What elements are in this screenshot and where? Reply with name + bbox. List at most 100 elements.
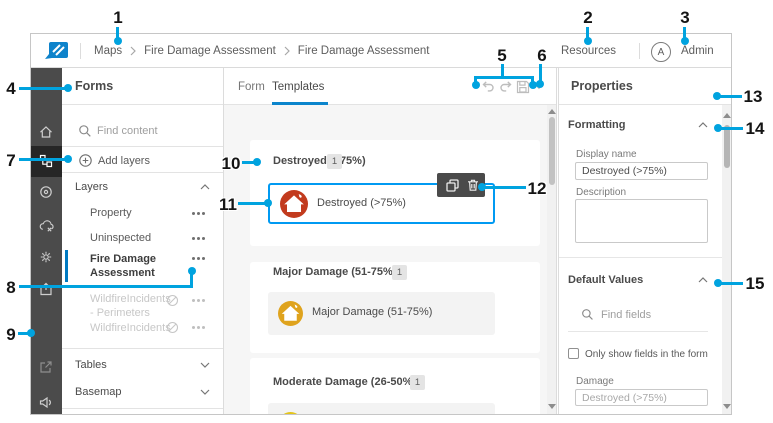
callout-13: 13 [743, 87, 763, 106]
scroll-up-icon[interactable] [723, 113, 731, 118]
callout-11-dot [264, 199, 272, 207]
template-group-heading: Moderate Damage (26-50%) [273, 376, 417, 388]
search-icon [78, 124, 92, 138]
callout-12: 12 [527, 179, 547, 198]
annotated-screenshot: Maps Fire Damage Assessment Fire Damage As… [0, 0, 773, 423]
undo-icon[interactable] [480, 79, 496, 95]
editor-tabs: Form Templates [224, 68, 557, 105]
breadcrumb-map-name[interactable]: Fire Damage Assessment [144, 34, 276, 69]
callout-5: 5 [497, 46, 507, 65]
description-label: Description [576, 187, 627, 198]
esri-logo-icon [44, 41, 70, 61]
app-window: Maps Fire Damage Assessment Fire Damage As… [30, 33, 732, 415]
breadcrumb-layer-name: Fire Damage Assessment [297, 45, 430, 57]
callout-11: 11 [219, 195, 237, 214]
forms-icon[interactable] [38, 153, 54, 169]
default-values-section-header[interactable]: Default Values [568, 274, 643, 286]
template-group-moderate: Moderate Damage (26-50%) 1 Moderate Dama… [250, 358, 540, 414]
redo-icon[interactable] [498, 79, 514, 95]
panel-divider [558, 68, 559, 414]
callout-9-dot [27, 329, 35, 337]
scrollbar[interactable] [722, 105, 731, 414]
layer-item-property[interactable]: Property [90, 206, 168, 220]
properties-panel: Properties Formatting Display name Descr… [558, 68, 731, 414]
layer-options-icon[interactable] [192, 326, 195, 329]
callout-14-line [720, 127, 743, 130]
scroll-down-icon[interactable] [723, 404, 731, 409]
callout-5-dot [472, 81, 480, 89]
callout-8: 8 [6, 278, 16, 297]
tab-form[interactable]: Form [238, 68, 265, 105]
description-textarea[interactable] [575, 199, 708, 243]
scroll-down-icon[interactable] [548, 404, 556, 409]
scrollbar-thumb[interactable] [724, 125, 730, 168]
template-group-heading: Destroyed (>75%) [273, 155, 366, 167]
template-card-moderate[interactable]: Moderate Damage (26-50%) [268, 403, 495, 414]
moderate-damage-symbol-icon [278, 412, 303, 414]
callout-15-dot [714, 279, 722, 287]
divider [62, 146, 223, 147]
feedback-megaphone-icon[interactable] [38, 394, 54, 410]
avatar[interactable]: A [651, 42, 671, 62]
scroll-up-icon[interactable] [548, 109, 556, 114]
sharing-icon[interactable] [38, 281, 54, 297]
add-layers-button[interactable]: Add layers [98, 155, 150, 167]
settings-gear-icon[interactable] [38, 249, 54, 265]
layer-options-icon[interactable] [192, 212, 195, 215]
display-name-input[interactable] [575, 162, 708, 180]
tab-templates[interactable]: Templates [272, 68, 324, 105]
callout-8-line [19, 285, 193, 288]
callout-4-line [19, 87, 67, 90]
not-editable-icon [166, 294, 179, 307]
callout-11-line [238, 202, 266, 205]
display-name-label: Display name [576, 149, 637, 160]
callout-4-dot [64, 84, 72, 92]
divider [62, 104, 223, 105]
not-editable-icon [166, 321, 179, 334]
layer-item-fire-damage-assessment[interactable]: Fire Damage Assessment [90, 252, 168, 280]
major-damage-symbol-icon [278, 301, 303, 326]
damage-field-input[interactable] [575, 389, 708, 406]
chevron-up-icon[interactable] [200, 184, 210, 190]
chevron-up-icon[interactable] [698, 277, 708, 283]
add-circle-icon [79, 154, 92, 167]
template-card-major[interactable]: Major Damage (51-75%) [268, 292, 495, 335]
callout-5-bracket [474, 76, 534, 79]
find-content-input[interactable]: Find content [97, 125, 158, 137]
callout-3-dot [681, 37, 689, 45]
basemap-section-header[interactable]: Basemap [75, 386, 121, 398]
header-divider [80, 43, 81, 59]
callout-7: 7 [6, 151, 16, 170]
callout-15: 15 [745, 274, 765, 293]
offline-cloud-icon[interactable] [38, 218, 54, 234]
destroyed-symbol-icon [280, 190, 308, 218]
layer-options-icon[interactable] [192, 257, 195, 260]
chevron-down-icon[interactable] [200, 389, 210, 395]
layer-options-icon[interactable] [192, 299, 195, 302]
callout-1-dot [114, 37, 122, 45]
callout-10: 10 [221, 154, 241, 173]
divider [62, 408, 223, 409]
layer-options-icon[interactable] [192, 237, 195, 240]
callout-6: 6 [537, 46, 547, 65]
find-fields-input[interactable]: Find fields [601, 309, 651, 321]
geofences-icon[interactable] [38, 184, 54, 200]
formatting-section-header[interactable]: Formatting [568, 119, 625, 131]
layers-section-header[interactable]: Layers [75, 181, 108, 193]
tables-section-header[interactable]: Tables [75, 359, 107, 371]
scrollbar-thumb[interactable] [549, 117, 555, 185]
callout-2-dot [584, 37, 592, 45]
properties-panel-title: Properties [571, 79, 633, 93]
chevron-down-icon[interactable] [200, 362, 210, 368]
layer-item-uninspected[interactable]: Uninspected [90, 231, 168, 245]
callout-6-dot [536, 80, 544, 88]
chevron-up-icon[interactable] [698, 122, 708, 128]
only-show-fields-checkbox[interactable] [568, 348, 579, 359]
chevron-right-icon [130, 34, 136, 68]
layer-item-wildfire-perimeters: WildfireIncidents - Perimeters [90, 293, 171, 319]
home-icon[interactable] [38, 124, 54, 140]
duplicate-icon[interactable] [445, 178, 460, 193]
template-count-badge: 1 [410, 375, 425, 390]
external-link-icon[interactable] [38, 359, 54, 375]
callout-13-dot [713, 92, 721, 100]
